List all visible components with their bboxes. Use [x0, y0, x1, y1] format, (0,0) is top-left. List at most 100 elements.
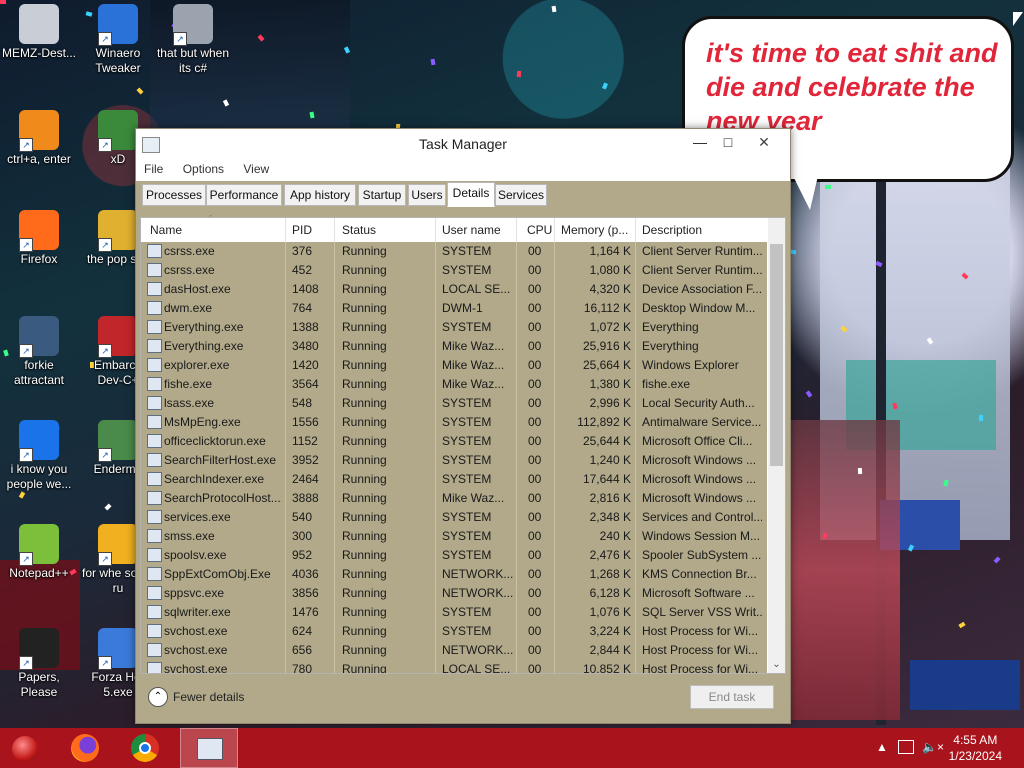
table-cell: SYSTEM	[442, 244, 492, 258]
table-cell: 00	[528, 320, 542, 334]
desktop-icon[interactable]: ↗ Winaero Tweaker	[80, 4, 156, 76]
desktop-icon-label: Notepad++	[9, 566, 69, 580]
menu-file[interactable]: File	[136, 159, 171, 176]
table-cell: Running	[342, 415, 387, 429]
minimize-button[interactable]: —	[686, 131, 714, 153]
flash-icon: ↗	[98, 628, 138, 670]
menu-view[interactable]: View	[235, 159, 277, 176]
shortcut-arrow-icon: ↗	[98, 448, 112, 462]
column-header-status[interactable]: Status	[342, 223, 376, 237]
desktop-icon[interactable]: ↗ forkie attractant	[1, 316, 77, 388]
table-row[interactable]: lsass.exe 548 Running SYSTEM 00 2,996 K Local …	[141, 394, 767, 413]
table-cell: smss.exe	[164, 529, 215, 543]
column-header-memory[interactable]: Memory (p...	[561, 223, 628, 237]
desktop-icon[interactable]: ↗ Papers, Please	[1, 628, 77, 700]
table-cell: officeclicktorun.exe	[164, 434, 266, 448]
table-row[interactable]: SearchIndexer.exe 2464 Running SYSTEM 00 17,6…	[141, 470, 767, 489]
table-row[interactable]: SearchProtocolHost.... 3888 Running Mike Wa…	[141, 489, 767, 508]
table-cell: Running	[342, 586, 387, 600]
table-row[interactable]: SppExtComObj.Exe 4036 Running NETWORK... 00 1…	[141, 565, 767, 584]
tab-processes[interactable]: Processes	[142, 184, 206, 206]
taskbar-task-manager[interactable]	[180, 728, 238, 768]
menu-options[interactable]: Options	[175, 159, 232, 176]
table-cell: lsass.exe	[164, 396, 215, 410]
table-row[interactable]: svchost.exe 656 Running NETWORK... 00 2,844 K…	[141, 641, 767, 660]
table-row[interactable]: csrss.exe 452 Running SYSTEM 00 1,080 K Client…	[141, 261, 767, 280]
process-icon	[147, 339, 162, 353]
shortcut-arrow-icon: ↗	[98, 138, 112, 152]
taskbar-chrome[interactable]	[122, 728, 172, 768]
close-button[interactable]: ✕	[742, 131, 786, 153]
maximize-button[interactable]: □	[714, 131, 742, 153]
table-cell: SppExtComObj.Exe	[164, 567, 271, 581]
table-row[interactable]: svchost.exe 624 Running SYSTEM 00 3,224 K Host…	[141, 622, 767, 641]
table-row[interactable]: sppsvc.exe 3856 Running NETWORK... 00 6,128 K…	[141, 584, 767, 603]
end-task-button[interactable]: End task	[690, 685, 774, 709]
tab-services[interactable]: Services	[495, 184, 547, 206]
table-row[interactable]: SearchFilterHost.exe 3952 Running SYSTEM 00 1…	[141, 451, 767, 470]
network-icon[interactable]	[898, 740, 914, 754]
volume-muted-icon[interactable]: 🔈×	[922, 740, 944, 754]
shortcut-arrow-icon: ↗	[19, 238, 33, 252]
column-header-pid[interactable]: PID	[292, 223, 312, 237]
scroll-down-arrow-icon[interactable]: ⌄	[768, 657, 785, 673]
table-row[interactable]: explorer.exe 1420 Running Mike Waz... 00 25,6…	[141, 356, 767, 375]
table-row[interactable]: csrss.exe 376 Running SYSTEM 00 1,164 K Client…	[141, 242, 767, 261]
table-row[interactable]: dasHost.exe 1408 Running LOCAL SE... 00 4,320…	[141, 280, 767, 299]
shortcut-arrow-icon: ↗	[173, 32, 187, 46]
start-button[interactable]	[0, 728, 50, 768]
table-row[interactable]: Everything.exe 1388 Running SYSTEM 00 1,072 K…	[141, 318, 767, 337]
column-header-name[interactable]: Name	[150, 223, 182, 237]
table-cell: 3564	[292, 377, 319, 391]
table-row[interactable]: spoolsv.exe 952 Running SYSTEM 00 2,476 K Spoo…	[141, 546, 767, 565]
shortcut-arrow-icon: ↗	[19, 344, 33, 358]
taskbar-firefox[interactable]	[62, 728, 112, 768]
tab-performance[interactable]: Performance	[206, 184, 282, 206]
tab-startup[interactable]: Startup	[358, 184, 406, 206]
task-manager-window[interactable]: Task Manager — □ ✕ File Options View Pro…	[135, 128, 791, 724]
desktop-icon[interactable]: ↗ Firefox	[1, 210, 77, 267]
table-row[interactable]: officeclicktorun.exe 1152 Running SYSTEM 00 2…	[141, 432, 767, 451]
table-cell: 3480	[292, 339, 319, 353]
table-cell: Running	[342, 624, 387, 638]
table-row[interactable]: sqlwriter.exe 1476 Running SYSTEM 00 1,076 K S…	[141, 603, 767, 622]
table-row[interactable]: svchost.exe 780 Running LOCAL SE... 00 10,852…	[141, 660, 767, 673]
table-row[interactable]: services.exe 540 Running SYSTEM 00 2,348 K Ser…	[141, 508, 767, 527]
table-cell: 10,852 K	[582, 662, 631, 673]
desktop-icon[interactable]: ↗ Notepad++	[1, 524, 77, 581]
column-header-cpu[interactable]: CPU	[527, 223, 552, 237]
desktop-icon-label: Firefox	[20, 252, 58, 266]
table-cell: 00	[528, 491, 542, 505]
table-row[interactable]: dwm.exe 764 Running DWM-1 00 16,112 K Desktop …	[141, 299, 767, 318]
table-cell: csrss.exe	[164, 263, 215, 277]
process-icon	[147, 301, 162, 315]
table-row[interactable]: MsMpEng.exe 1556 Running SYSTEM 00 112,892 K A…	[141, 413, 767, 432]
show-hidden-icons-chevron-icon[interactable]: ▲	[876, 740, 888, 754]
clock[interactable]: 4:55 AM 1/23/2024	[949, 732, 1002, 764]
table-cell: SYSTEM	[442, 548, 492, 562]
column-header-description[interactable]: Description	[642, 223, 702, 237]
vertical-scrollbar[interactable]: ⌄	[768, 218, 785, 673]
process-icon	[147, 434, 162, 448]
confetti-piece	[857, 467, 863, 475]
desktop-icon[interactable]: MEMZ-Dest...	[1, 4, 77, 61]
table-row[interactable]: smss.exe 300 Running SYSTEM 00 240 K Windows S…	[141, 527, 767, 546]
tab-app-history[interactable]: App history	[284, 184, 356, 206]
title-bar[interactable]: Task Manager — □ ✕	[136, 129, 790, 159]
table-cell: 00	[528, 624, 542, 638]
process-icon	[147, 282, 162, 296]
table-cell: Running	[342, 605, 387, 619]
chrome-icon	[131, 734, 159, 762]
shortcut-arrow-icon: ↗	[98, 552, 112, 566]
desktop-icon[interactable]: ↗ ctrl+a, enter	[1, 110, 77, 167]
table-row[interactable]: fishe.exe 3564 Running Mike Waz... 00 1,380 K…	[141, 375, 767, 394]
tab-details[interactable]: Details	[447, 182, 495, 207]
tab-users[interactable]: Users	[408, 184, 446, 206]
clock-date: 1/23/2024	[948, 749, 1002, 763]
desktop-icon[interactable]: ↗ that but when its c#	[155, 4, 231, 76]
desktop-icon[interactable]: ↗ i know you people we...	[1, 420, 77, 492]
column-header-user-name[interactable]: User name	[442, 223, 501, 237]
scrollbar-thumb[interactable]	[770, 244, 783, 466]
process-icon	[147, 453, 162, 467]
table-row[interactable]: Everything.exe 3480 Running Mike Waz... 00 25…	[141, 337, 767, 356]
